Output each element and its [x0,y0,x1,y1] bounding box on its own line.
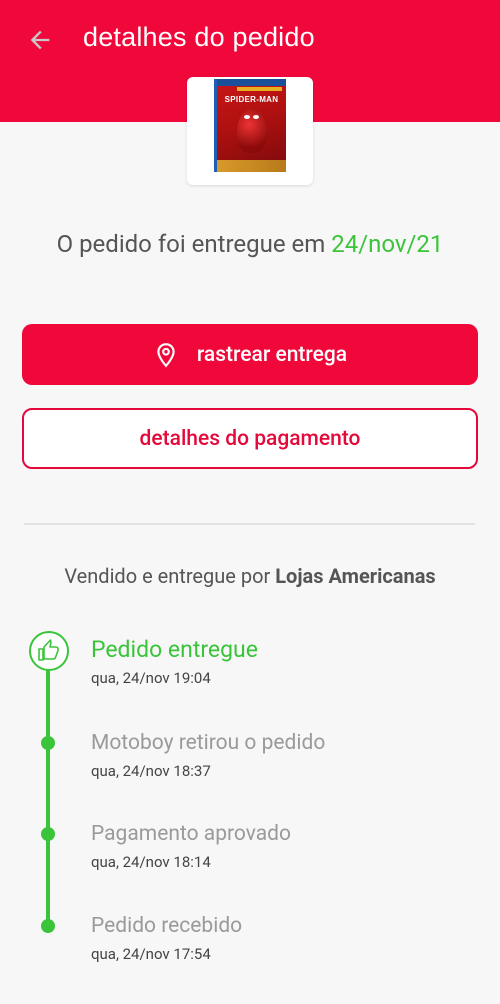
track-delivery-button[interactable]: rastrear entrega [22,324,478,385]
timeline-event-title: Pedido entregue [91,636,258,663]
timeline-event-title: Motoboy retirou o pedido [91,731,326,755]
timeline-dot [41,827,55,841]
arrow-left-icon [30,30,50,50]
delivery-status-message: O pedido foi entregue em 24/nov/21 [0,230,500,258]
delivery-date: 24/nov/21 [331,230,444,258]
track-delivery-label: rastrear entrega [196,342,348,367]
seller-info: Vendido e entregue por Lojas Americanas [0,564,500,588]
timeline-line [46,667,50,929]
delivery-status-prefix: O pedido foi entregue em [56,230,326,258]
seller-name: Lojas Americanas [275,564,436,588]
timeline-event-title: Pedido recebido [91,914,243,938]
cover-title: SPIDER-MAN [224,95,279,104]
timeline-event-time: qua, 24/nov 18:37 [91,762,211,780]
product-image-card[interactable]: SPIDER-MAN [187,77,313,185]
page-title: detalhes do pedido [83,22,315,52]
timeline-event-title: Pagamento aprovado [91,822,291,846]
timeline-event-time: qua, 24/nov 19:04 [91,669,211,687]
timeline-dot [41,919,55,933]
timeline-event-time: qua, 24/nov 18:14 [91,853,211,871]
divider [24,523,475,525]
payment-details-label: detalhes do pagamento [139,426,361,451]
thumbs-up-icon [38,639,59,661]
back-button[interactable] [24,24,56,56]
payment-details-button[interactable]: detalhes do pagamento [22,408,478,469]
product-cover-image: SPIDER-MAN [214,79,286,172]
seller-prefix: Vendido e entregue por [64,564,271,588]
location-pin-icon [157,342,175,367]
timeline-status-badge [29,631,69,671]
timeline-event-time: qua, 24/nov 17:54 [91,945,211,963]
timeline-dot [41,736,55,750]
